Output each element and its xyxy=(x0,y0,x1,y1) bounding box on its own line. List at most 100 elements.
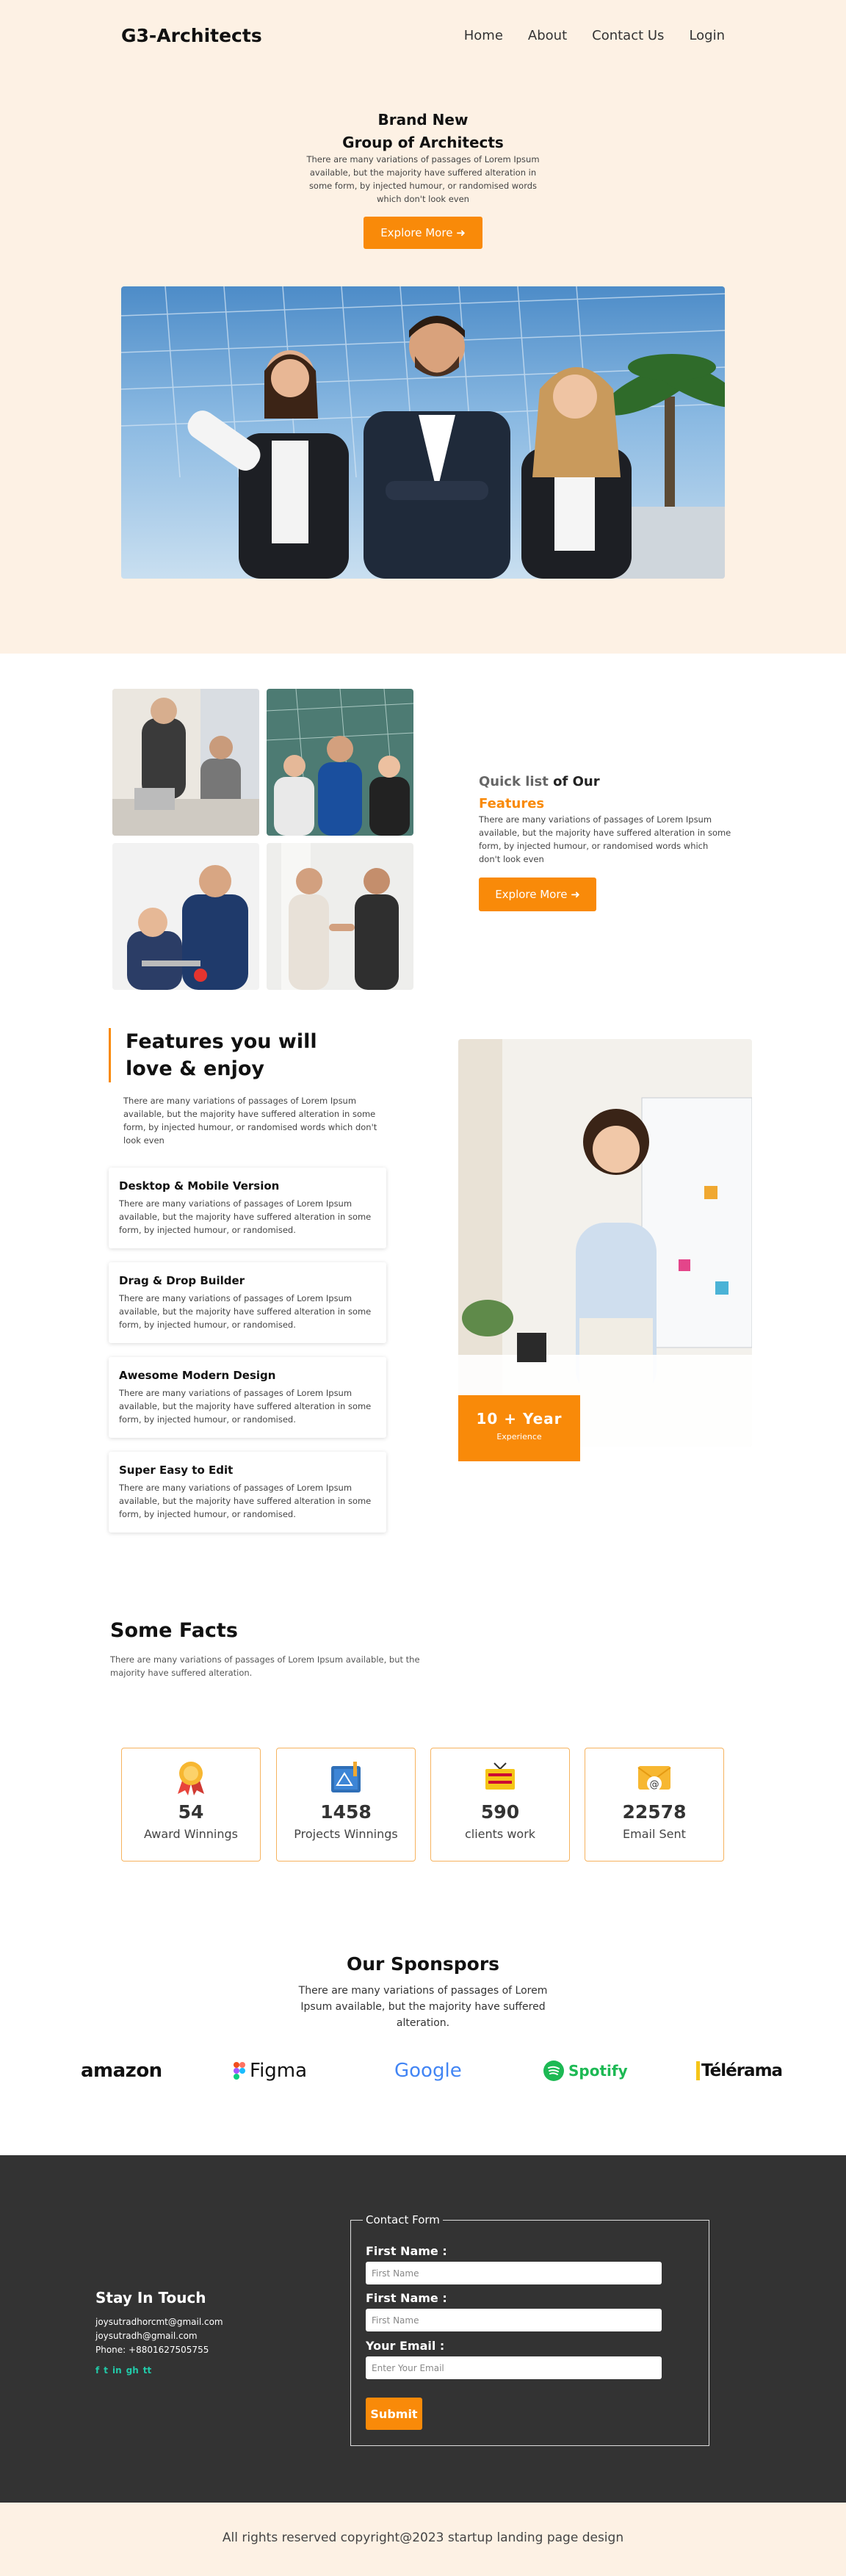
quick-list-description: There are many variations of passages of… xyxy=(479,814,731,864)
stat-card: 590 clients work xyxy=(430,1748,570,1862)
quick-explore-label: Explore More xyxy=(495,888,568,901)
figma-icon xyxy=(234,2062,245,2080)
feature-card-text: There are many variations of passages of… xyxy=(119,1483,372,1519)
stat-label: clients work xyxy=(464,1827,536,1841)
facebook-icon[interactable]: f xyxy=(95,2365,99,2376)
features-heading: Features you will love & enjoy xyxy=(109,1028,317,1082)
brand-logo[interactable]: G3-Architects xyxy=(121,25,262,46)
coworkers-laptop-photo xyxy=(112,843,259,990)
navbar: G3-Architects Home About Contact Us Logi… xyxy=(121,21,725,50)
contact-form-legend: Contact Form xyxy=(363,2213,443,2226)
feature-card-text: There are many variations of passages of… xyxy=(119,1293,372,1330)
github-icon[interactable]: gh xyxy=(126,2365,139,2376)
quick-title-part1: Quick list xyxy=(479,774,549,789)
copyright-bar: All rights reserved copyright@2023 start… xyxy=(0,2503,846,2576)
features-section: Features you will love & enjoy There are… xyxy=(0,1028,846,1619)
feature-card: Super Easy to Edit There are many variat… xyxy=(109,1452,386,1533)
hero-title: Brand New Group of Architects xyxy=(0,109,846,154)
email-label: Your Email : xyxy=(366,2339,445,2353)
tiktok-icon[interactable]: tt xyxy=(143,2365,151,2376)
figma-logo[interactable]: Figma xyxy=(234,2056,307,2085)
hero-section: G3-Architects Home About Contact Us Logi… xyxy=(0,0,846,654)
copyright-text: All rights reserved copyright@2023 start… xyxy=(222,2530,624,2545)
feature-card: Awesome Modern Design There are many var… xyxy=(109,1357,386,1438)
feature-card-text: There are many variations of passages of… xyxy=(119,1198,372,1235)
first-name-label: First Name : xyxy=(366,2244,447,2258)
quick-title-part3: Features xyxy=(479,796,545,811)
quick-explore-button[interactable]: Explore More ➜ xyxy=(479,878,596,911)
award-medal-icon xyxy=(178,1762,204,1795)
facts-section: Some Facts There are many variations of … xyxy=(0,1619,846,1953)
quick-title-part2: of Our xyxy=(553,774,600,789)
contact-email-1[interactable]: joysutradhorcmt@gmail.com xyxy=(95,2315,223,2329)
feature-card-title: Awesome Modern Design xyxy=(119,1369,276,1382)
feature-card: Desktop & Mobile Version There are many … xyxy=(109,1168,386,1248)
email-field[interactable] xyxy=(366,2356,662,2379)
meeting-photo xyxy=(112,689,259,836)
stat-label: Email Sent xyxy=(623,1827,686,1841)
telerama-logo[interactable]: Télérama xyxy=(696,2056,783,2085)
svg-text:@: @ xyxy=(650,1779,659,1790)
stat-card: 54 Award Winnings xyxy=(121,1748,261,1862)
hero-title-line2: Group of Architects xyxy=(342,134,504,151)
first-name-input[interactable] xyxy=(366,2262,662,2284)
contact-form: Contact Form First Name : First Name : Y… xyxy=(350,2213,709,2446)
experience-badge: 10 + Year Experience xyxy=(458,1395,580,1461)
team-outdoor-photo xyxy=(267,689,413,836)
stat-value: 54 xyxy=(178,1801,204,1823)
stat-card: @ 22578 Email Sent xyxy=(585,1748,724,1862)
features-heading-line1: Features you will xyxy=(126,1030,317,1053)
experience-label: Experience xyxy=(496,1432,542,1441)
features-intro: There are many variations of passages of… xyxy=(123,1096,377,1146)
nav-links: Home About Contact Us Login xyxy=(464,28,725,43)
contact-info: joysutradhorcmt@gmail.com joysutradh@gma… xyxy=(95,2315,223,2357)
contact-email-2[interactable]: joysutradh@gmail.com xyxy=(95,2329,223,2343)
sponsors-description: There are many variations of passages of… xyxy=(298,1985,548,2029)
nav-link-about[interactable]: About xyxy=(528,28,567,43)
hero-explore-label: Explore More xyxy=(380,226,453,239)
handshake-photo xyxy=(267,843,413,990)
feature-card-title: Super Easy to Edit xyxy=(119,1464,234,1477)
feature-card-title: Drag & Drop Builder xyxy=(119,1274,245,1287)
features-heading-line2: love & enjoy xyxy=(126,1057,264,1080)
stat-value: 590 xyxy=(480,1801,520,1823)
nav-link-contact[interactable]: Contact Us xyxy=(592,28,664,43)
amazon-logo[interactable]: amazon xyxy=(81,2056,162,2085)
google-logo[interactable]: Google xyxy=(394,2056,462,2085)
hero-team-photo xyxy=(121,286,725,579)
spotify-icon xyxy=(543,2061,564,2081)
quick-list-title: Quick list of Our Features xyxy=(479,771,600,815)
social-links: f t in gh tt xyxy=(95,2365,151,2376)
second-name-input[interactable] xyxy=(366,2309,662,2331)
email-icon: @ xyxy=(637,1766,671,1791)
stat-label: Award Winnings xyxy=(144,1827,238,1841)
sponsors-title: Our Sponspors xyxy=(346,1953,500,1975)
quick-list-section: Quick list of Our Features There are man… xyxy=(0,654,846,1028)
contact-phone: Phone: +8801627505755 xyxy=(95,2345,209,2355)
sponsors-section: Our Sponspors There are many variations … xyxy=(0,1953,846,2155)
stay-in-touch-title: Stay In Touch xyxy=(95,2289,206,2307)
facts-description: There are many variations of passages of… xyxy=(110,1654,420,1678)
hero-explore-button[interactable]: Explore More ➜ xyxy=(364,217,482,249)
office-woman-photo xyxy=(458,1039,752,1447)
twitter-icon[interactable]: t xyxy=(104,2365,108,2376)
experience-years: 10 + Year xyxy=(476,1410,563,1428)
footer: Stay In Touch joysutradhorcmt@gmail.com … xyxy=(0,2155,846,2503)
arrow-right-icon: ➜ xyxy=(456,226,466,239)
stat-value: 22578 xyxy=(622,1801,687,1823)
nav-link-login[interactable]: Login xyxy=(689,28,725,43)
feature-card: Drag & Drop Builder There are many varia… xyxy=(109,1262,386,1343)
nav-link-home[interactable]: Home xyxy=(464,28,503,43)
stat-value: 1458 xyxy=(320,1801,372,1823)
feature-card-title: Desktop & Mobile Version xyxy=(119,1179,280,1193)
stat-label: Projects Winnings xyxy=(294,1827,398,1841)
work-sign-icon xyxy=(485,1762,515,1790)
linkedin-icon[interactable]: in xyxy=(112,2365,122,2376)
second-name-label: First Name : xyxy=(366,2291,447,2305)
feature-card-text: There are many variations of passages of… xyxy=(119,1388,372,1425)
submit-button[interactable]: Submit xyxy=(366,2398,422,2430)
hero-description: There are many variations of passages of… xyxy=(306,154,540,204)
spotify-logo[interactable]: Spotify xyxy=(543,2056,628,2085)
facts-title: Some Facts xyxy=(110,1619,238,1642)
arrow-right-icon: ➜ xyxy=(571,888,580,901)
